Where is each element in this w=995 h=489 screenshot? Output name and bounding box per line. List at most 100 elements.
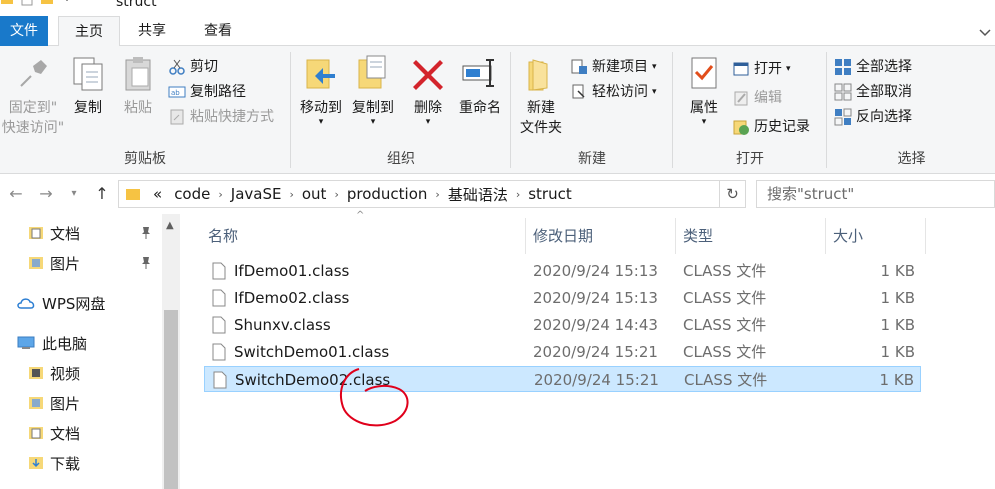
copy-button[interactable]: 复制 bbox=[68, 54, 108, 118]
delete-button[interactable]: 删除 ▾ bbox=[408, 54, 448, 127]
cut-button[interactable]: 剪切 bbox=[168, 56, 218, 78]
back-arrow-icon[interactable]: ← bbox=[6, 184, 26, 204]
file-name: SwitchDemo02.class bbox=[235, 371, 391, 389]
tab-share[interactable]: 共享 bbox=[126, 16, 178, 46]
column-divider[interactable] bbox=[925, 218, 926, 254]
breadcrumb-item[interactable]: production bbox=[341, 185, 434, 203]
breadcrumb-item[interactable]: struct bbox=[522, 185, 578, 203]
recent-locations-chevron-icon[interactable]: ▾ bbox=[64, 184, 84, 204]
file-name: IfDemo01.class bbox=[234, 262, 350, 280]
scroll-up-icon[interactable]: ▲ bbox=[166, 220, 174, 231]
file-size: 1 KB bbox=[880, 343, 915, 361]
column-header-name[interactable]: 名称 bbox=[200, 218, 525, 254]
nav-item-downloads[interactable]: 下载 bbox=[28, 448, 80, 478]
navigation-bar: ← → ▾ ↑ « code › JavaSE › out › producti… bbox=[0, 174, 995, 214]
nav-item-wps-cloud[interactable]: WPS网盘 bbox=[16, 288, 105, 318]
copy-icon bbox=[68, 54, 108, 94]
file-row[interactable]: Shunxv.class 2020/9/24 14:43 CLASS 文件 1 … bbox=[204, 312, 921, 338]
nav-item-label: 视频 bbox=[50, 364, 81, 383]
rename-button[interactable]: 重命名 bbox=[454, 54, 506, 118]
file-row[interactable]: IfDemo01.class 2020/9/24 15:13 CLASS 文件 … bbox=[204, 258, 921, 284]
properties-button[interactable]: 属性 ▾ bbox=[682, 54, 726, 127]
new-folder-label-line2: 文件夹 bbox=[520, 120, 562, 136]
nav-item-label: 下载 bbox=[50, 454, 81, 473]
move-to-button[interactable]: 移动到 ▾ bbox=[296, 54, 346, 127]
new-item-button[interactable]: 新建项目 ▾ bbox=[570, 56, 657, 78]
paste-shortcut-button[interactable]: 粘贴快捷方式 bbox=[168, 106, 274, 128]
select-group-label: 选择 bbox=[897, 151, 926, 167]
pin-label-line2: 快速访问" bbox=[1, 120, 65, 136]
file-type: CLASS 文件 bbox=[683, 343, 767, 361]
pin-icon[interactable] bbox=[140, 226, 152, 240]
new-folder-quick-icon[interactable] bbox=[40, 0, 54, 6]
open-group-label: 打开 bbox=[736, 151, 764, 167]
edit-button[interactable]: 编辑 bbox=[732, 87, 782, 109]
column-header-type[interactable]: 类型 bbox=[675, 218, 825, 254]
easy-access-button[interactable]: 轻松访问 ▾ bbox=[570, 81, 657, 103]
tab-file[interactable]: 文件 bbox=[0, 16, 48, 46]
new-group-label: 新建 bbox=[578, 151, 606, 167]
quick-access-dropdown-icon[interactable] bbox=[60, 0, 74, 6]
paste-button[interactable]: 粘贴 bbox=[118, 54, 158, 118]
copy-to-button[interactable]: 复制到 ▾ bbox=[348, 54, 398, 127]
nav-item-pictures-pinned[interactable]: 图片 bbox=[28, 248, 158, 278]
navigation-pane-scrollbar[interactable]: ▲ bbox=[162, 214, 180, 489]
address-bar[interactable]: « code › JavaSE › out › production › 基础语… bbox=[118, 180, 746, 208]
new-folder-button[interactable]: 新建 文件夹 bbox=[516, 54, 566, 138]
breadcrumb-separator-icon[interactable]: › bbox=[332, 188, 340, 201]
breadcrumb-overflow[interactable]: « bbox=[147, 185, 168, 203]
breadcrumb-separator-icon[interactable]: › bbox=[514, 188, 522, 201]
nav-item-documents-pinned[interactable]: 文档 bbox=[28, 218, 158, 248]
invert-selection-icon bbox=[834, 108, 852, 126]
pictures-icon bbox=[28, 255, 44, 271]
column-header-date[interactable]: 修改日期 bbox=[525, 218, 675, 254]
edit-label: 编辑 bbox=[754, 90, 782, 106]
ribbon-divider bbox=[510, 52, 511, 168]
file-date: 2020/9/24 15:13 bbox=[533, 262, 658, 280]
pictures-icon bbox=[28, 395, 44, 411]
nav-item-pictures[interactable]: 图片 bbox=[28, 388, 80, 418]
open-button[interactable]: 打开 ▾ bbox=[732, 58, 791, 80]
select-all-button[interactable]: 全部选择 bbox=[834, 56, 912, 78]
nav-item-documents[interactable]: 文档 bbox=[28, 418, 80, 448]
refresh-icon[interactable]: ↻ bbox=[719, 181, 745, 207]
documents-icon bbox=[28, 225, 44, 241]
ribbon-expand-icon[interactable] bbox=[975, 22, 995, 42]
nav-item-this-pc[interactable]: 此电脑 bbox=[16, 328, 87, 358]
file-name: Shunxv.class bbox=[234, 316, 331, 334]
forward-arrow-icon[interactable]: → bbox=[36, 184, 56, 204]
breadcrumb-item[interactable]: out bbox=[296, 185, 333, 203]
pin-to-quick-access-button[interactable]: 固定到" 快速访问" bbox=[0, 54, 66, 138]
pin-icon[interactable] bbox=[140, 256, 152, 270]
breadcrumb-item[interactable]: 基础语法 bbox=[442, 184, 514, 205]
copy-path-button[interactable]: ab 复制路径 bbox=[168, 81, 246, 103]
file-row[interactable]: IfDemo02.class 2020/9/24 15:13 CLASS 文件 … bbox=[204, 285, 921, 311]
downloads-icon bbox=[28, 455, 44, 471]
file-icon bbox=[212, 316, 226, 334]
file-type: CLASS 文件 bbox=[683, 262, 767, 280]
scissors-icon bbox=[168, 58, 186, 76]
search-input[interactable]: 搜索"struct" bbox=[756, 180, 995, 208]
breadcrumb-item[interactable]: JavaSE bbox=[225, 185, 288, 203]
file-row[interactable]: SwitchDemo01.class 2020/9/24 15:21 CLASS… bbox=[204, 339, 921, 365]
up-arrow-icon[interactable]: ↑ bbox=[92, 184, 112, 204]
scrollbar-thumb[interactable] bbox=[164, 310, 178, 489]
breadcrumb-separator-icon[interactable]: › bbox=[216, 188, 224, 201]
tab-view[interactable]: 查看 bbox=[190, 16, 246, 46]
history-button[interactable]: 历史记录 bbox=[732, 116, 810, 138]
new-group: 新建 文件夹 新建项目 ▾ 轻松访问 ▾ 新建 bbox=[512, 46, 672, 174]
column-header-size[interactable]: 大小 bbox=[825, 218, 925, 254]
nav-item-videos[interactable]: 视频 bbox=[28, 358, 80, 388]
navigation-pane: 文档 图片 WPS网盘 此电脑 视频 图片 文档 下载 bbox=[0, 214, 162, 489]
breadcrumb-item[interactable]: code bbox=[168, 185, 216, 203]
tab-home[interactable]: 主页 bbox=[58, 16, 120, 47]
properties-quick-icon[interactable] bbox=[20, 0, 34, 6]
select-none-button[interactable]: 全部取消 bbox=[834, 81, 912, 103]
paste-shortcut-label: 粘贴快捷方式 bbox=[190, 109, 274, 125]
breadcrumb-separator-icon[interactable]: › bbox=[433, 188, 441, 201]
file-row-selected[interactable]: SwitchDemo02.class 2020/9/24 15:21 CLASS… bbox=[204, 366, 921, 392]
breadcrumb-separator-icon[interactable]: › bbox=[287, 188, 295, 201]
open-label: 打开 bbox=[754, 61, 782, 77]
invert-selection-button[interactable]: 反向选择 bbox=[834, 106, 912, 128]
invert-selection-label: 反向选择 bbox=[856, 109, 912, 125]
